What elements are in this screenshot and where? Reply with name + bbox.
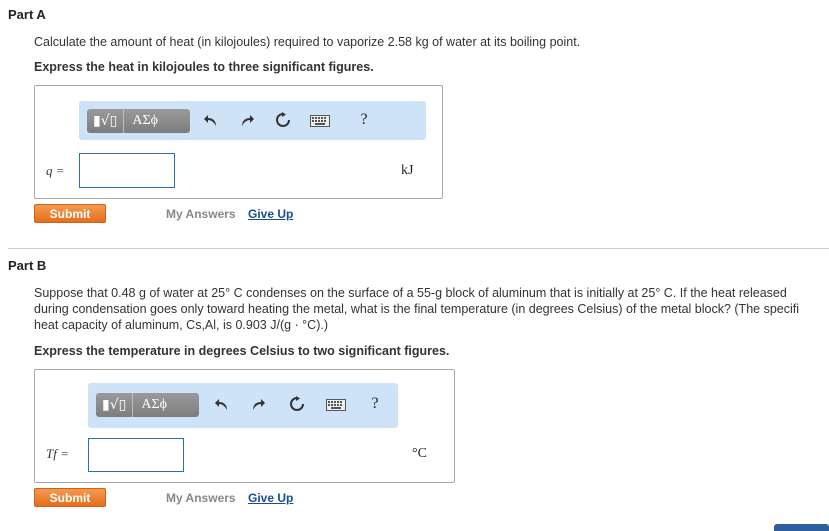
part-b-unit: °C: [412, 446, 427, 461]
part-b-answer-box: ▮√▯ ΑΣϕ ? Tf = °C: [34, 369, 455, 483]
part-b-give-up-link[interactable]: Give Up: [248, 491, 293, 505]
part-a-answer-input[interactable]: [79, 153, 175, 188]
continue-button-edge[interactable]: [774, 524, 829, 531]
part-a-instruction: Express the heat in kilojoules to three …: [34, 60, 374, 74]
part-a-answer-box: ▮√▯ ΑΣϕ ? q = kJ: [34, 85, 443, 199]
part-a-template-group: ▮√▯ ΑΣϕ: [87, 109, 190, 133]
part-a-math-toolbar: ▮√▯ ΑΣϕ ?: [79, 101, 426, 140]
help-button[interactable]: ?: [366, 395, 384, 413]
reset-icon[interactable]: [274, 111, 292, 129]
part-b-template-group: ▮√▯ ΑΣϕ: [96, 393, 199, 417]
part-b-title: Part B: [8, 258, 47, 273]
redo-icon[interactable]: [238, 112, 256, 130]
greek-symbols-button[interactable]: ΑΣϕ: [124, 109, 166, 133]
greek-symbols-button[interactable]: ΑΣϕ: [133, 393, 175, 417]
part-b-question-line2: during condensation goes only toward hea…: [34, 302, 800, 316]
reset-icon[interactable]: [288, 395, 306, 413]
sqrt-template-button[interactable]: ▮√▯: [87, 109, 125, 133]
part-a-submit-button[interactable]: Submit: [34, 204, 106, 223]
part-a-variable-label: q =: [46, 163, 65, 178]
help-button[interactable]: ?: [355, 111, 373, 129]
sqrt-template-button[interactable]: ▮√▯: [96, 393, 134, 417]
part-b-question-line3: heat capacity of aluminum, Cs,Al, is 0.9…: [34, 318, 328, 332]
part-a-my-answers-link[interactable]: My Answers: [166, 207, 236, 221]
part-b-submit-button[interactable]: Submit: [34, 488, 106, 507]
part-a-question: Calculate the amount of heat (in kilojou…: [34, 35, 581, 49]
part-b-variable-label: Tf =: [46, 446, 69, 461]
part-a-title: Part A: [8, 7, 46, 22]
part-b-question-line1: Suppose that 0.48 g of water at 25° C co…: [34, 286, 787, 300]
part-b-math-toolbar: ▮√▯ ΑΣϕ ?: [88, 383, 398, 428]
part-b-my-answers-link[interactable]: My Answers: [166, 491, 236, 505]
part-b-instruction: Express the temperature in degrees Celsi…: [34, 344, 450, 358]
section-divider: [8, 248, 829, 249]
undo-icon[interactable]: [202, 112, 220, 130]
redo-icon[interactable]: [249, 396, 267, 414]
undo-icon[interactable]: [213, 396, 231, 414]
part-a-unit: kJ: [401, 163, 414, 178]
keyboard-icon[interactable]: [309, 112, 331, 130]
part-a-give-up-link[interactable]: Give Up: [248, 207, 293, 221]
part-b-answer-input[interactable]: [88, 438, 184, 472]
keyboard-icon[interactable]: [325, 396, 347, 414]
